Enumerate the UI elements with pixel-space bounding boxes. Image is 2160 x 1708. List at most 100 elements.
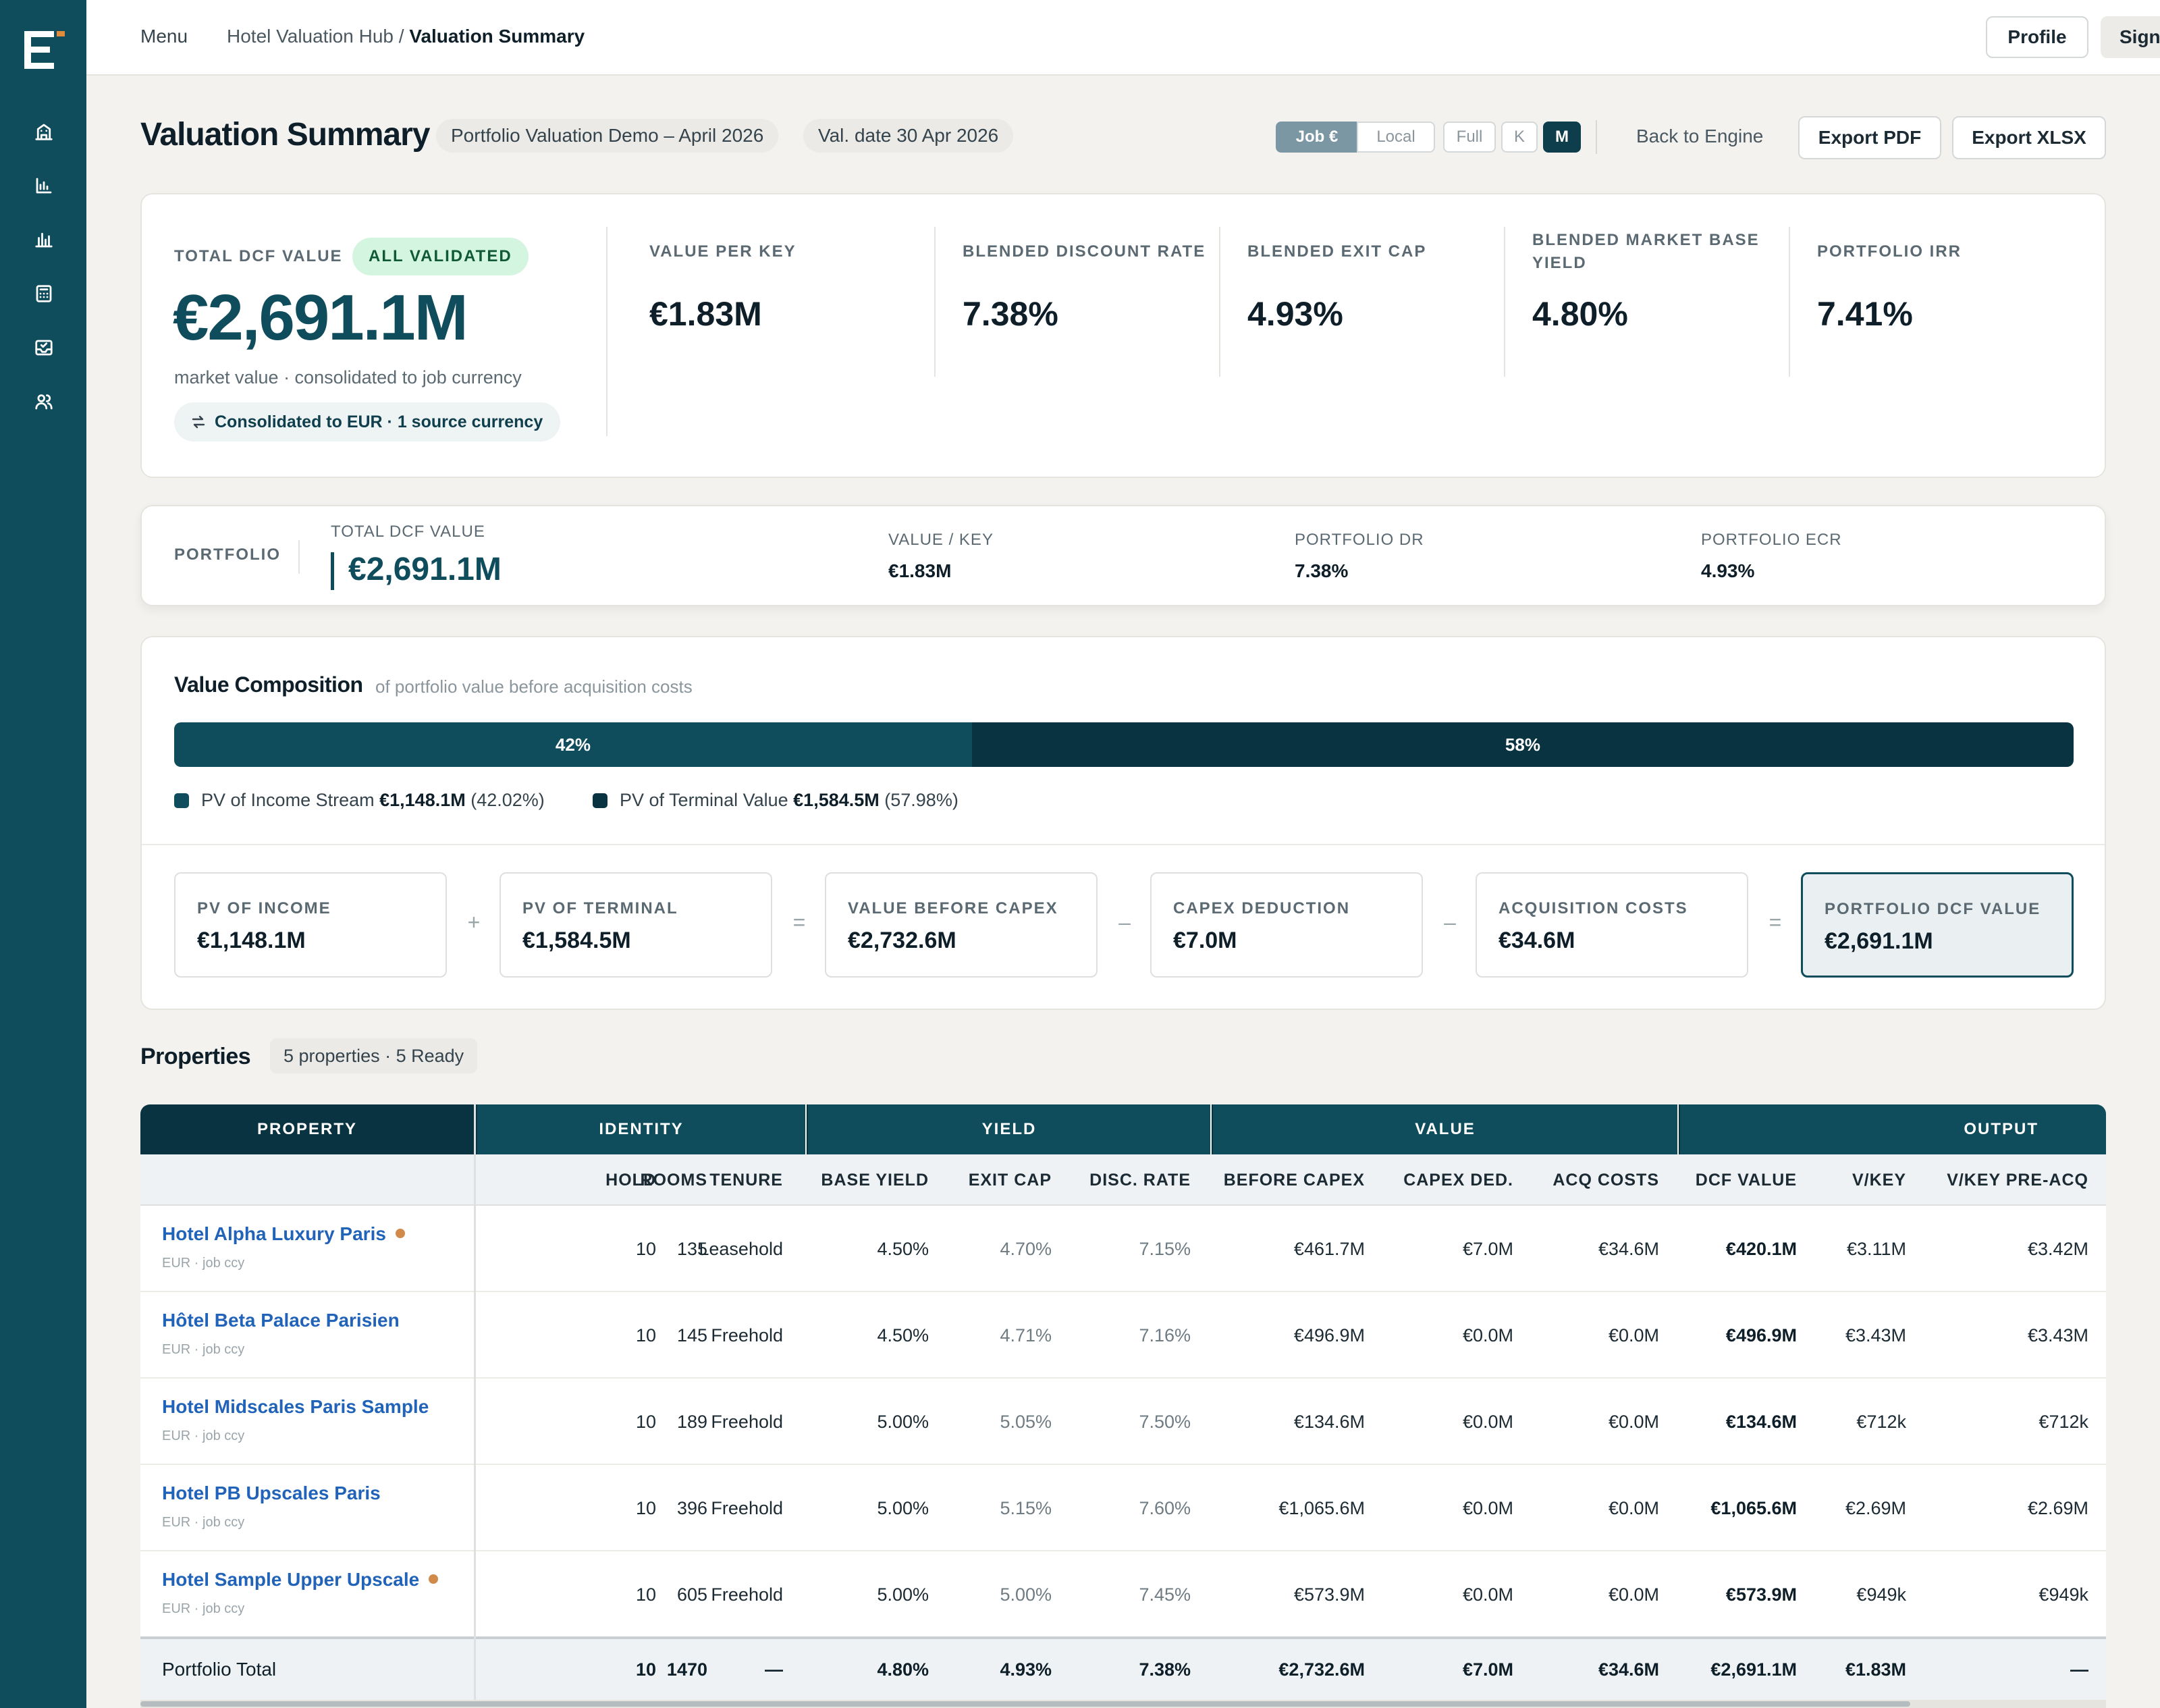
cell-acq-costs: €34.6M (1598, 1239, 1659, 1259)
property-name-link[interactable]: Hôtel Beta Palace Parisien (162, 1310, 400, 1331)
property-name[interactable]: Hotel Alpha Luxury Paris (162, 1223, 386, 1244)
app-logo[interactable] (24, 31, 65, 72)
tile-pv-terminal: PV OF TERMINAL €1,584.5M (500, 872, 772, 978)
column-header-before-capex[interactable]: BEFORE CAPEX (1224, 1154, 1365, 1206)
kpi-market-yield: BLENDED MARKET BASE YIELD 4.80% (1532, 228, 1762, 333)
cell-acq-costs: €0.0M (1608, 1412, 1659, 1432)
tile-value: €7.0M (1173, 928, 1237, 953)
scrollbar-thumb[interactable] (140, 1701, 1910, 1707)
cell-tenure: Freehold (711, 1412, 783, 1432)
chart-columns-icon[interactable] (34, 230, 54, 250)
sidebar (0, 0, 86, 1708)
cell-before-capex: €496.9M (1293, 1325, 1365, 1345)
portfolio-label: PORTFOLIO (174, 545, 281, 564)
table-row[interactable]: Hôtel Beta Palace Parisien EUR · job ccy 1… (140, 1292, 2106, 1379)
legend-value: €1,584.5M (793, 790, 880, 810)
property-name-link[interactable]: Hotel Alpha Luxury Paris (162, 1223, 405, 1245)
cell-exit-cap: 5.00% (1000, 1584, 1052, 1605)
column-header-v-key-pre-acq[interactable]: V/KEY PRE-ACQ (1947, 1154, 2088, 1206)
table-row[interactable]: Hotel Sample Upper Upscale EUR · job ccy 6… (140, 1551, 2106, 1638)
export-pdf-button[interactable]: Export PDF (1798, 116, 1941, 159)
column-header-dcf-value[interactable]: DCF VALUE (1696, 1154, 1797, 1206)
inbox-check-icon[interactable] (34, 338, 54, 358)
table-row[interactable]: Hotel Alpha Luxury Paris EUR · job ccy 135… (140, 1206, 2106, 1292)
cell-dcf-value: €573.9M (1725, 1584, 1797, 1605)
sign-out-button[interactable]: Sign out (2101, 16, 2160, 58)
cell-v-key-pre-acq: €712k (2039, 1412, 2088, 1432)
currency-local-toggle[interactable]: Local (1357, 122, 1435, 153)
composition-bar: 42% 58% (174, 722, 2074, 767)
equals-operator: = (1769, 910, 1782, 934)
strip-portfolio-ecr: PORTFOLIO ECR 4.93% (1701, 531, 1842, 582)
column-header-acq-costs[interactable]: ACQ COSTS (1552, 1154, 1659, 1206)
cell-v-key: €712k (1856, 1412, 1906, 1432)
tile-acquisition-costs: ACQUISITION COSTS €34.6M (1476, 872, 1748, 978)
back-to-engine-link[interactable]: Back to Engine (1636, 126, 1763, 147)
property-name[interactable]: Hotel Midscales Paris Sample (162, 1396, 429, 1417)
kpi-card: TOTAL DCF VALUE ALL VALIDATED €2,691.1M … (140, 193, 2106, 478)
column-header-row: ROOMS HOLD TENURE BASE YIELD EXIT CAP DISC. R… (140, 1154, 2106, 1206)
unit-k-toggle[interactable]: K (1501, 122, 1538, 153)
column-header-v-key[interactable]: V/KEY (1852, 1154, 1906, 1206)
breadcrumb: Hotel Valuation Hub / Valuation Summary (227, 26, 585, 47)
tile-label: PV OF INCOME (197, 899, 331, 917)
column-header-tenure[interactable]: TENURE (709, 1154, 783, 1206)
export-xlsx-button[interactable]: Export XLSX (1952, 116, 2106, 159)
users-icon[interactable] (34, 392, 54, 412)
table-row[interactable]: Hotel Midscales Paris Sample EUR · job cc… (140, 1379, 2106, 1465)
table-row[interactable]: Hotel PB Upscales Paris EUR · job ccy 396 1… (140, 1465, 2106, 1551)
kpi-label: BLENDED EXIT CAP (1247, 242, 1427, 261)
cell-v-key: €3.43M (1845, 1325, 1906, 1345)
unit-full-toggle[interactable]: Full (1443, 122, 1496, 153)
property-name[interactable]: Hotel PB Upscales Paris (162, 1483, 381, 1503)
cell-disc-rate: 7.50% (1139, 1412, 1191, 1432)
profile-button[interactable]: Profile (1986, 16, 2088, 58)
total-cell-hold: 10 (635, 1659, 656, 1680)
kpi-value: €1.83M (649, 295, 762, 333)
breadcrumb-parent[interactable]: Hotel Valuation Hub / (227, 26, 404, 47)
column-header-hold[interactable]: HOLD (605, 1154, 656, 1206)
cell-acq-costs: €0.0M (1608, 1498, 1659, 1518)
cell-tenure: Leasehold (699, 1239, 783, 1259)
unit-m-toggle[interactable]: M (1543, 122, 1581, 153)
cell-disc-rate: 7.45% (1139, 1584, 1191, 1605)
property-currency: EUR · job ccy (162, 1342, 245, 1357)
cell-v-key-pre-acq: €949k (2039, 1584, 2088, 1605)
legend-income: PV of Income Stream €1,148.1M (42.02%) (174, 790, 545, 811)
cell-capex-ded: €0.0M (1462, 1325, 1513, 1345)
horizontal-scrollbar[interactable] (140, 1700, 2106, 1708)
tile-value: €2,691.1M (1825, 928, 1933, 954)
cell-base-yield: 5.00% (877, 1498, 929, 1518)
calculator-icon[interactable] (34, 284, 54, 304)
strip-metric-value: 7.38% (1295, 560, 1349, 581)
tile-value: €1,584.5M (522, 928, 631, 953)
column-header-base-yield[interactable]: BASE YIELD (821, 1154, 929, 1206)
tile-capex-deduction: CAPEX DEDUCTION €7.0M (1150, 872, 1423, 978)
property-name[interactable]: Hôtel Beta Palace Parisien (162, 1310, 400, 1331)
property-name-link[interactable]: Hotel PB Upscales Paris (162, 1483, 381, 1504)
properties-title: Properties (140, 1044, 251, 1069)
cell-tenure: Freehold (711, 1325, 783, 1345)
cell-v-key: €3.11M (1846, 1239, 1906, 1259)
property-name-link[interactable]: Hotel Sample Upper Upscale (162, 1569, 439, 1591)
property-name[interactable]: Hotel Sample Upper Upscale (162, 1569, 419, 1590)
column-header-capex-ded[interactable]: CAPEX DED. (1403, 1154, 1513, 1206)
column-header-disc-rate[interactable]: DISC. RATE (1089, 1154, 1191, 1206)
hotel-icon[interactable] (34, 122, 54, 142)
cell-exit-cap: 5.05% (1000, 1412, 1052, 1432)
cell-disc-rate: 7.60% (1139, 1498, 1191, 1518)
menu-link[interactable]: Menu (140, 26, 188, 47)
swap-icon (192, 415, 205, 429)
validated-badge: ALL VALIDATED (352, 238, 529, 275)
currency-job-toggle[interactable]: Job € (1276, 122, 1358, 153)
legend-pct: (42.02%) (470, 790, 545, 810)
legend-label: PV of Income Stream (201, 790, 375, 810)
kpi-label: PORTFOLIO IRR (1817, 242, 1962, 261)
kpi-divider (1219, 227, 1220, 377)
cell-v-key: €2.69M (1845, 1498, 1906, 1518)
column-header-exit-cap[interactable]: EXIT CAP (969, 1154, 1052, 1206)
property-name-link[interactable]: Hotel Midscales Paris Sample (162, 1396, 429, 1418)
cell-base-yield: 5.00% (877, 1584, 929, 1605)
value-composition-card: Value Composition of portfolio value bef… (140, 636, 2106, 1010)
bar-chart-icon[interactable] (34, 176, 54, 196)
